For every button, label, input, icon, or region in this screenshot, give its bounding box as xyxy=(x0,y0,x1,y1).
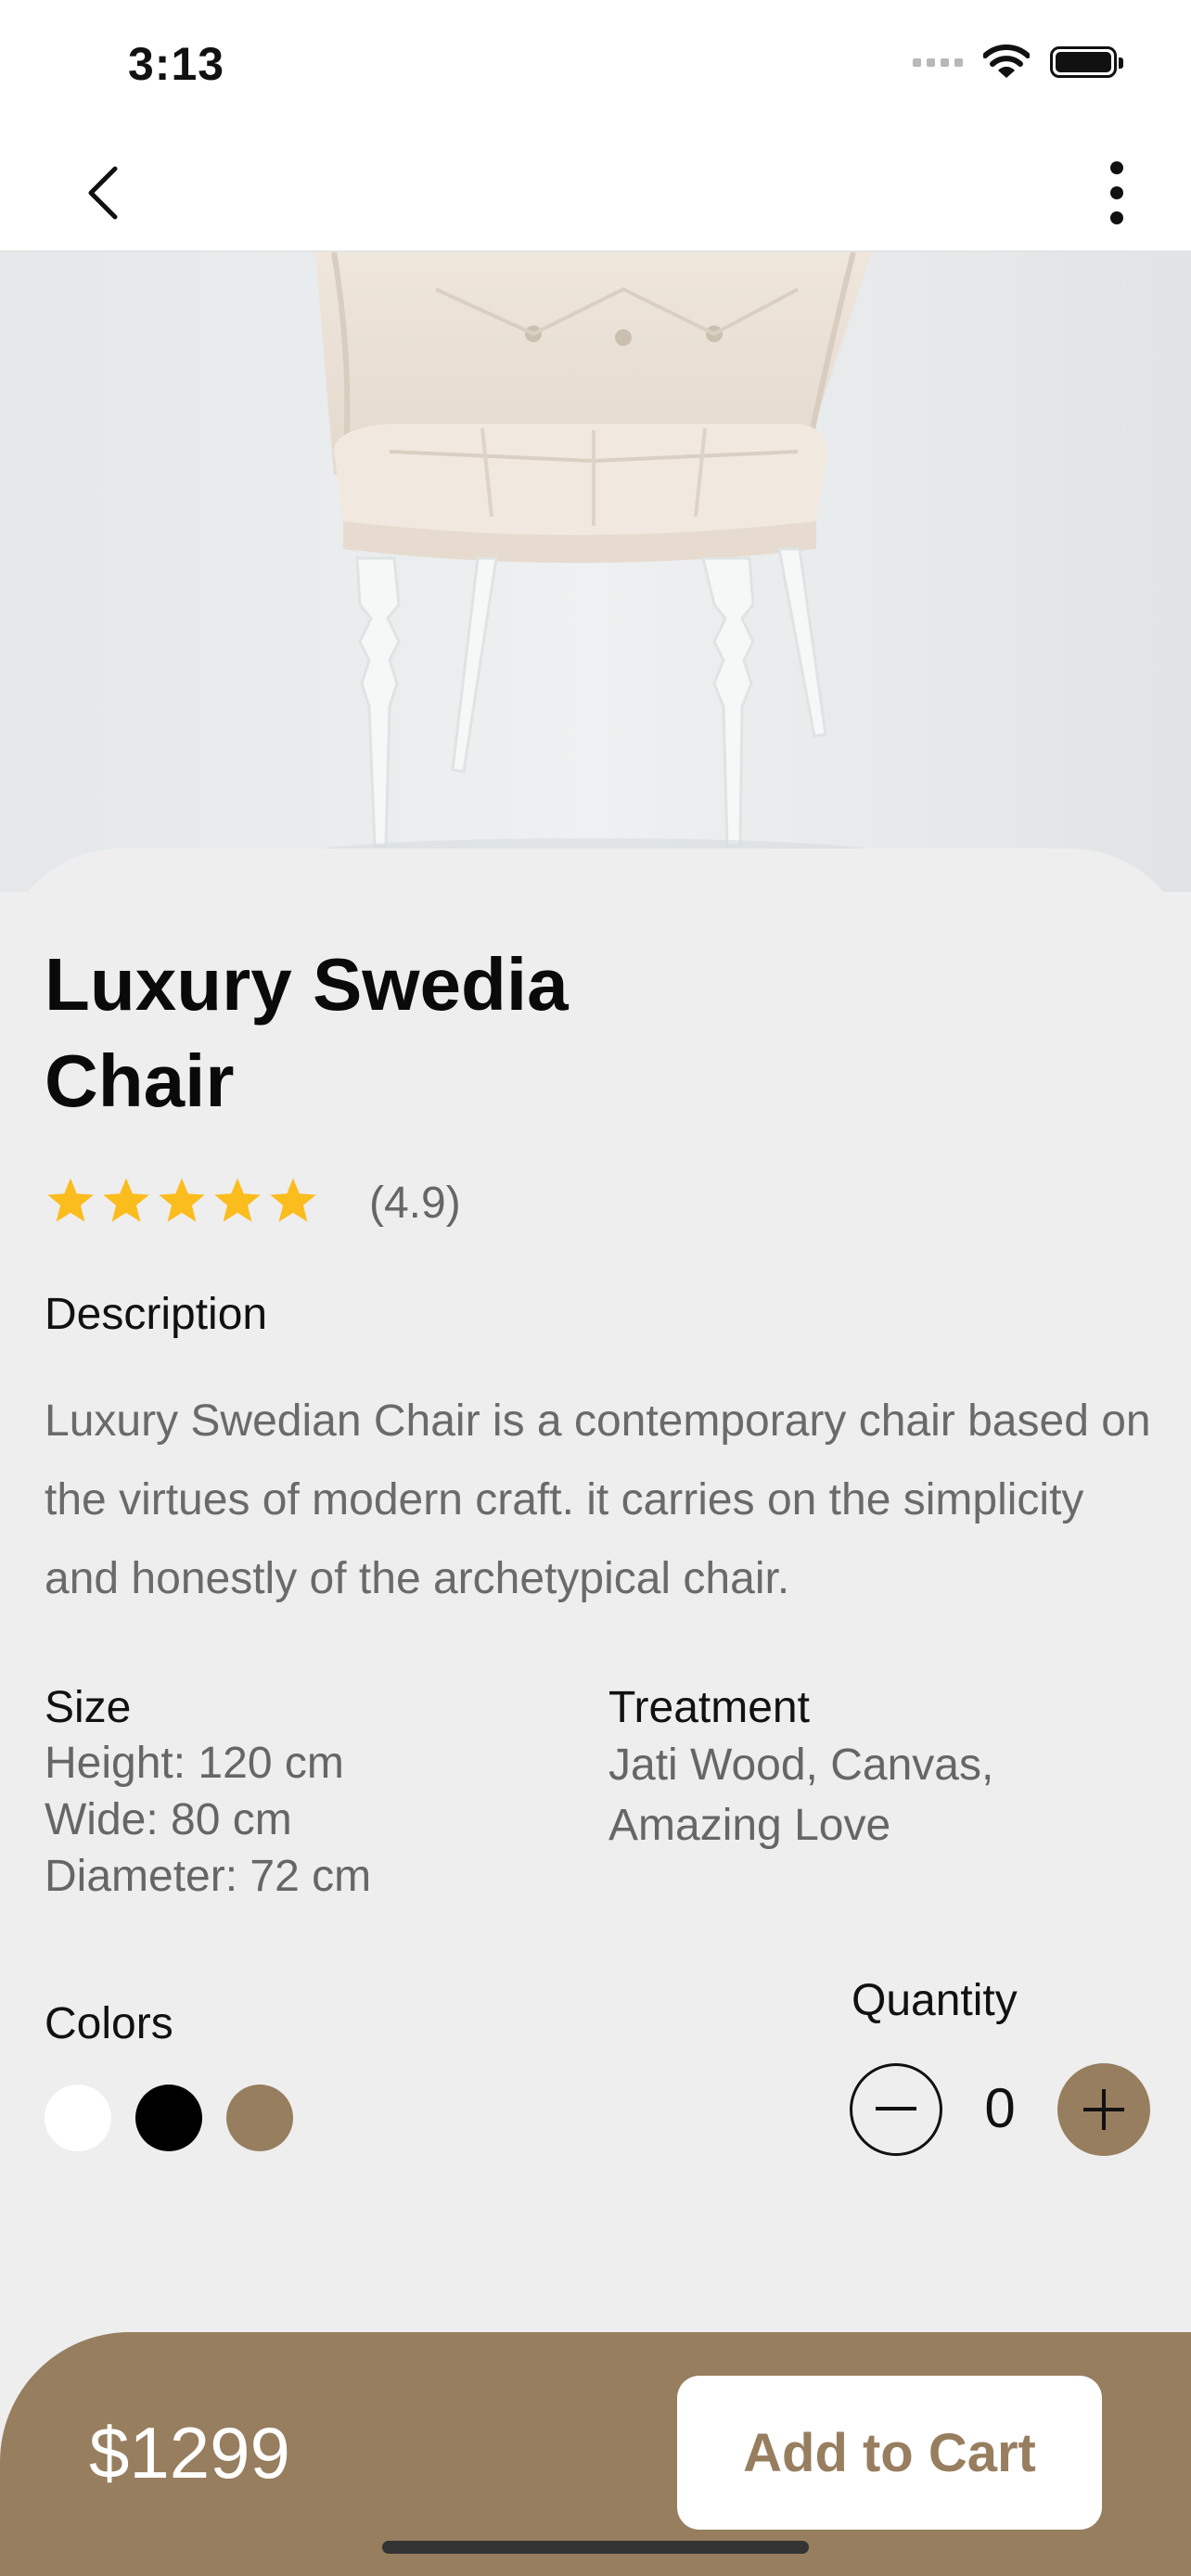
cellular-signal-icon xyxy=(913,57,963,67)
color-swatch-white[interactable] xyxy=(45,2085,111,2151)
size-height: Height: 120 cm xyxy=(45,1739,344,1788)
description-text: Luxury Swedian Chair is a contemporary c… xyxy=(45,1396,1151,1603)
rating-stars xyxy=(45,1176,319,1226)
star-icon xyxy=(214,1178,261,1222)
back-button[interactable] xyxy=(65,156,139,230)
treatment-heading: Treatment xyxy=(608,1683,810,1732)
more-options-button[interactable] xyxy=(1080,156,1154,230)
increase-quantity-button[interactable] xyxy=(1057,2063,1150,2156)
treatment-section: Treatment Jati Wood, Canvas, Amazing Lov… xyxy=(608,1682,993,1855)
color-swatch-black[interactable] xyxy=(135,2085,202,2151)
size-wide: Wide: 80 cm xyxy=(45,1795,292,1844)
plus-icon xyxy=(1083,2089,1124,2130)
add-to-cart-button[interactable]: Add to Cart xyxy=(677,2376,1102,2530)
status-bar: 3:13 xyxy=(0,0,1191,130)
star-icon xyxy=(159,1178,205,1222)
quantity-heading: Quantity xyxy=(852,1976,1018,2025)
quantity-value: 0 xyxy=(984,2077,1016,2139)
status-time: 3:13 xyxy=(128,38,225,90)
price: $1299 xyxy=(89,2412,290,2493)
status-icons xyxy=(913,45,1123,80)
chevron-left-icon xyxy=(88,166,118,220)
nav-bar xyxy=(0,130,1191,252)
size-section: Size Height: 120 cm Wide: 80 cm Diameter… xyxy=(45,1682,371,1905)
quantity-stepper: 0 xyxy=(850,2063,1150,2156)
product-image xyxy=(0,252,1191,892)
star-icon xyxy=(270,1178,316,1222)
color-swatch-brown[interactable] xyxy=(226,2085,293,2151)
wifi-icon xyxy=(983,45,1030,78)
decrease-quantity-button[interactable] xyxy=(850,2063,942,2156)
treatment-line: Jati Wood, Canvas, xyxy=(608,1741,994,1790)
description-heading: Description xyxy=(45,1290,268,1339)
star-icon xyxy=(103,1178,149,1222)
color-options xyxy=(45,2085,293,2151)
rating-value: (4.9) xyxy=(369,1179,461,1228)
battery-icon xyxy=(1050,46,1123,78)
home-indicator[interactable] xyxy=(382,2541,809,2554)
size-heading: Size xyxy=(45,1683,132,1732)
minus-icon xyxy=(876,2107,916,2111)
star-icon xyxy=(47,1178,94,1222)
chair-illustration xyxy=(0,252,1191,892)
product-title: Luxury Swedia Chair xyxy=(45,943,569,1122)
colors-heading: Colors xyxy=(45,1999,173,2048)
size-diameter: Diameter: 72 cm xyxy=(45,1852,372,1901)
more-vertical-icon xyxy=(1110,161,1123,224)
treatment-line: Amazing Love xyxy=(608,1801,891,1850)
